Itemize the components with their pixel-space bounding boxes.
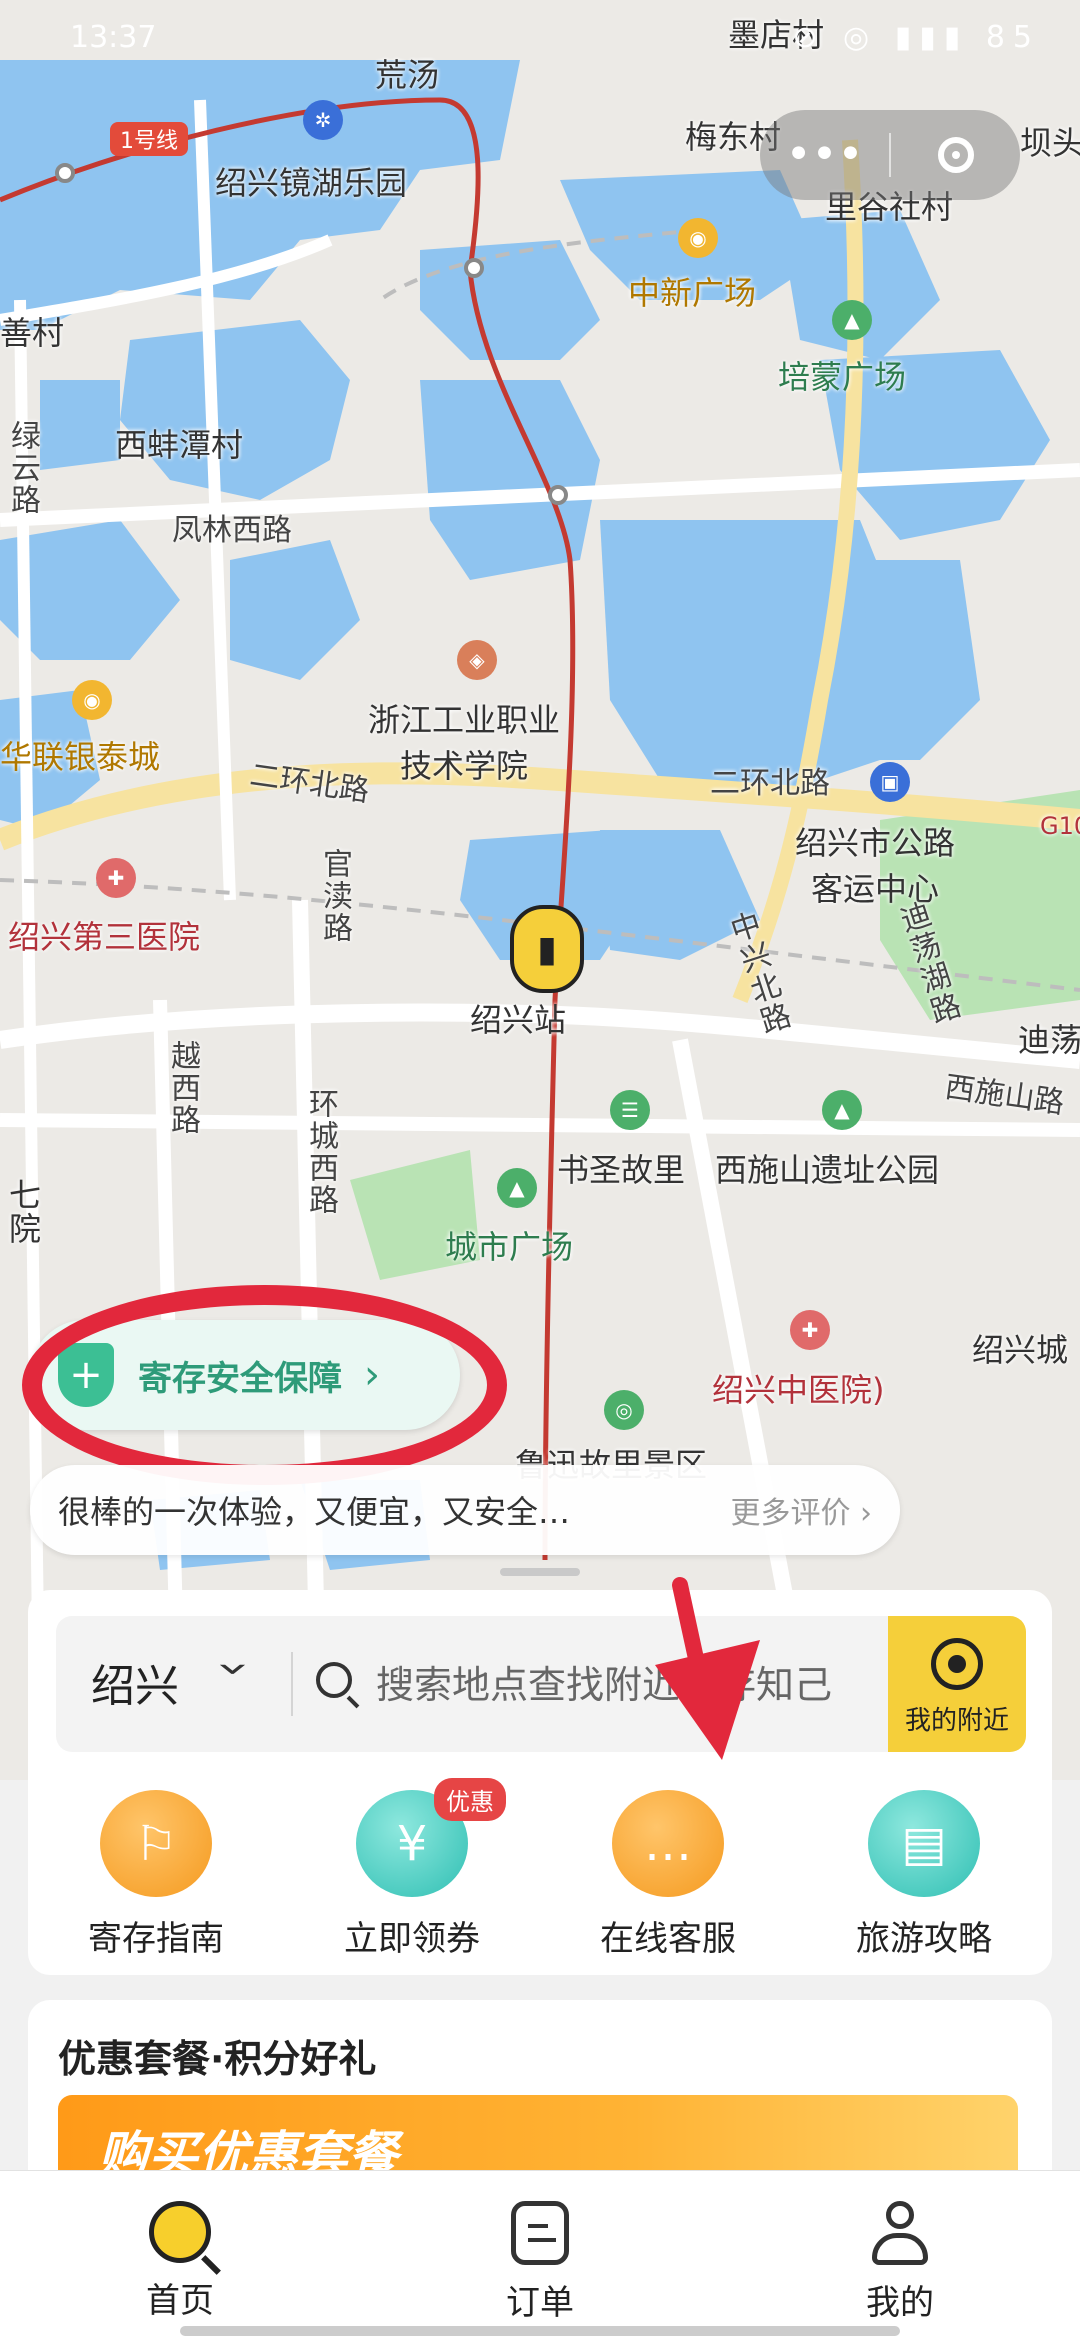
status-time: 13:37: [70, 20, 157, 55]
tab-profile[interactable]: 我的: [720, 2171, 1080, 2341]
tab-label: 首页: [146, 2281, 214, 2321]
quick-action-coupon[interactable]: ¥ 优惠 立即领券: [284, 1778, 540, 1960]
review-text: 很棒的一次体验，又便宜，又安全…: [58, 1493, 571, 1531]
map-label: 绍兴镜湖乐园: [215, 164, 408, 202]
search-input[interactable]: [374, 1654, 878, 1716]
park-icon[interactable]: ▲: [497, 1168, 537, 1208]
quick-action-guide[interactable]: ⚐ 寄存指南: [28, 1790, 284, 1960]
mall-icon[interactable]: ◉: [678, 218, 718, 258]
map-label: 绍兴中医院): [712, 1371, 885, 1409]
tab-bar: 首页 订单 我的: [0, 2170, 1080, 2341]
signpost-icon: ⚐: [100, 1790, 212, 1897]
quick-action-label: 旅游攻略: [856, 1919, 992, 1959]
luggage-storage-pin-icon[interactable]: ▮: [510, 905, 584, 993]
map-label: 七院: [4, 1178, 42, 1246]
close-ring-icon[interactable]: [891, 137, 1020, 173]
ferris-wheel-icon[interactable]: ✲: [303, 100, 343, 140]
divider: [291, 1652, 293, 1716]
map-label: 凤林西路: [172, 513, 292, 548]
hospital-icon[interactable]: ✚: [790, 1310, 830, 1350]
quick-action-customer-service[interactable]: … 在线客服: [540, 1790, 796, 1960]
map-label: 官渎路: [317, 848, 352, 944]
status-bar: 13:37 ⊘ ◎ ▮▮▮ 85: [0, 0, 1080, 80]
nearby-label: 我的附近: [904, 1706, 1009, 1736]
metro-line-badge: 1号线: [110, 122, 188, 156]
quick-actions: ⚐ 寄存指南 ¥ 优惠 立即领券 … 在线客服 ▤ 旅游攻略: [28, 1778, 1052, 1960]
drag-handle[interactable]: [500, 1568, 580, 1576]
order-icon: [511, 2201, 569, 2265]
map-label: 坝头: [1020, 124, 1080, 162]
more-dots-icon[interactable]: •••: [760, 133, 889, 177]
park-icon[interactable]: ▲: [832, 300, 872, 340]
map-label: 绍兴第三医院: [8, 918, 201, 956]
map-label: 绿云路: [5, 420, 40, 516]
quick-action-label: 在线客服: [600, 1919, 736, 1959]
shield-plus-icon: +: [58, 1343, 114, 1407]
park-icon[interactable]: ▲: [822, 1090, 862, 1130]
mall-icon[interactable]: ◉: [72, 680, 112, 720]
hospital-icon[interactable]: ✚: [96, 858, 136, 898]
map-label: 中新广场: [628, 274, 757, 312]
map-label: 绍兴站: [470, 1001, 567, 1039]
storage-safety-button[interactable]: + 寄存安全保障 ›: [30, 1320, 460, 1430]
school-icon[interactable]: ◈: [457, 640, 497, 680]
map-label: G104: [1040, 812, 1080, 840]
map-label: 越西路: [165, 1040, 200, 1136]
map-label: 绍兴市公路 客运中心: [795, 824, 956, 908]
chevron-down-icon[interactable]: ›: [202, 1661, 266, 1677]
bus-station-icon[interactable]: ▣: [870, 762, 910, 802]
my-nearby-button[interactable]: 我的附近: [888, 1616, 1026, 1752]
bottom-panel: 绍兴 › 我的附近 ⚐ 寄存指南 ¥ 优惠 立即领券 … 在线客服 ▤ 旅游攻略: [28, 1590, 1052, 1975]
tab-orders[interactable]: 订单: [360, 2171, 720, 2341]
map-label: 迪荡: [1018, 1021, 1080, 1059]
more-reviews-link[interactable]: 更多评价 ›: [730, 1488, 872, 1532]
locate-target-icon: [931, 1638, 983, 1690]
quick-action-label: 寄存指南: [88, 1919, 224, 1959]
map-label: 善村: [0, 314, 65, 352]
safety-label: 寄存安全保障: [138, 1358, 342, 1399]
profile-icon: [868, 2201, 932, 2265]
map-label: 华联银泰城: [0, 738, 161, 776]
chevron-right-icon: ›: [364, 1352, 380, 1398]
search-row: 绍兴 › 我的附近: [56, 1616, 1026, 1752]
map-label: 培蒙广场: [778, 358, 907, 396]
home-indicator: [180, 2326, 900, 2336]
city-selector[interactable]: 绍兴: [91, 1650, 179, 1714]
tab-label: 我的: [866, 2283, 934, 2323]
promo-title: 优惠套餐·积分好礼: [58, 2037, 377, 2081]
tab-label: 订单: [506, 2283, 574, 2323]
home-search-icon: [149, 2201, 211, 2263]
tab-home[interactable]: 首页: [0, 2171, 360, 2341]
map-label: 浙江工业职业 技术学院: [368, 701, 561, 785]
chat-bubble-icon: …: [612, 1790, 724, 1897]
map-label: 西施山遗址公园: [715, 1151, 940, 1189]
map-label: 西蚌潭村: [115, 426, 244, 464]
scenic-spot-icon[interactable]: ☰: [610, 1090, 650, 1130]
guidebook-icon: ▤: [868, 1790, 980, 1897]
map-label: 二环北路: [710, 766, 830, 801]
map-label: 城市广场: [445, 1228, 574, 1266]
status-icons: ⊘ ◎ ▮▮▮ 85: [792, 20, 1040, 55]
discount-badge: 优惠: [434, 1778, 506, 1821]
camera-icon[interactable]: ◎: [604, 1390, 644, 1430]
quick-action-label: 立即领券: [344, 1919, 480, 1959]
search-icon: [316, 1662, 352, 1698]
review-bar[interactable]: 很棒的一次体验，又便宜，又安全… 更多评价 ›: [30, 1465, 900, 1555]
map-label: 环城西路: [303, 1088, 338, 1216]
quick-action-travel-guide[interactable]: ▤ 旅游攻略: [796, 1790, 1052, 1960]
mini-program-capsule: •••: [760, 110, 1020, 200]
map-label: 绍兴城: [972, 1331, 1069, 1369]
map-label: 书圣故里: [557, 1151, 686, 1189]
